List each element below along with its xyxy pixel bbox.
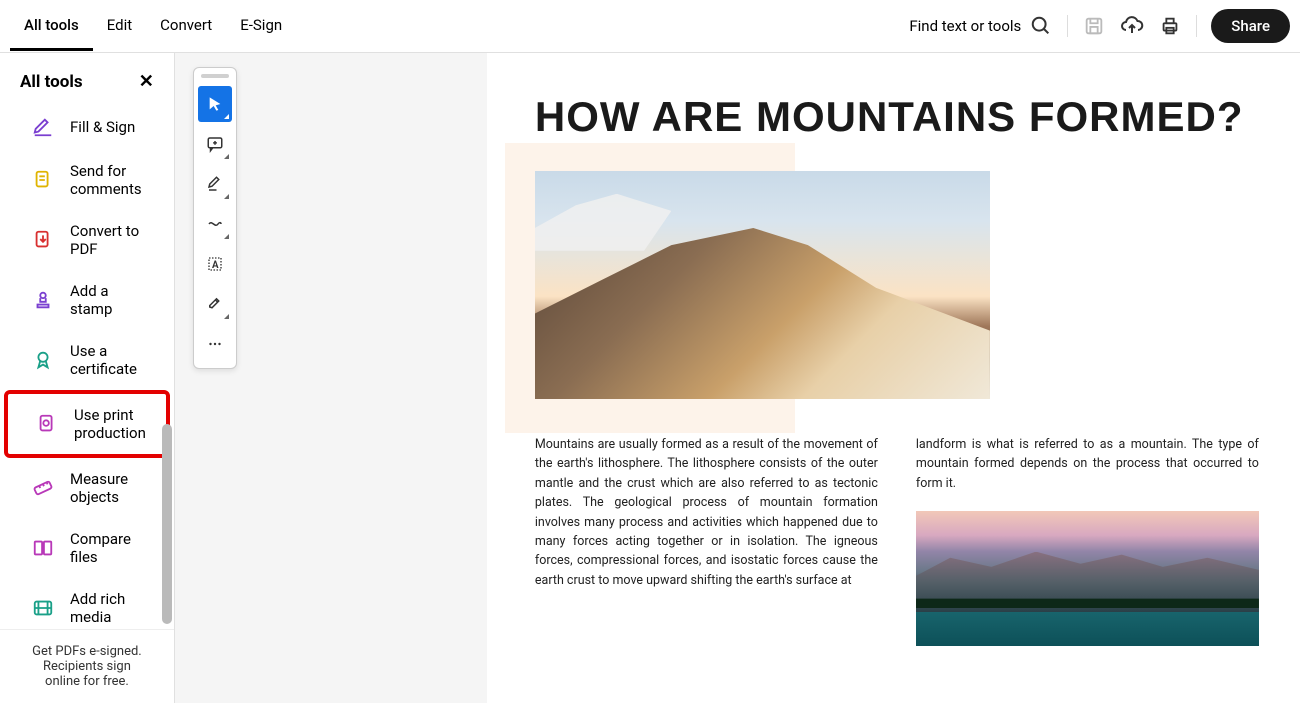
tool-send-comments[interactable]: Send for comments (0, 150, 174, 210)
draw-tool[interactable] (198, 206, 232, 242)
divider (1067, 15, 1068, 37)
sidebar-footer: Get PDFs e-signed. Recipients sign onlin… (0, 629, 174, 703)
highlight-tool[interactable] (198, 166, 232, 202)
scrollbar-thumb[interactable] (162, 424, 172, 624)
sidebar: All tools ✕ Fill & Sign Send for comment… (0, 53, 175, 703)
secondary-image (916, 511, 1259, 646)
compare-icon (32, 537, 54, 559)
column-2-text: landform is what is referred to as a mou… (916, 435, 1259, 493)
column-2: landform is what is referred to as a mou… (916, 435, 1259, 646)
search-icon (1029, 14, 1053, 38)
tab-convert[interactable]: Convert (146, 2, 226, 51)
ruler-icon (32, 477, 54, 499)
divider (1196, 15, 1197, 37)
select-tool[interactable] (198, 86, 232, 122)
tool-label: Add rich media (70, 590, 154, 626)
find-label: Find text or tools (909, 17, 1021, 35)
mountain-shape (535, 228, 990, 399)
tool-label: Fill & Sign (70, 118, 135, 136)
tool-label: Measure objects (70, 470, 154, 506)
svg-text:A: A (212, 260, 219, 271)
top-tabs: All tools Edit Convert E-Sign (10, 2, 296, 51)
more-tools[interactable] (198, 326, 232, 362)
top-bar: All tools Edit Convert E-Sign Find text … (0, 0, 1300, 53)
tab-all-tools[interactable]: All tools (10, 2, 93, 51)
tool-label: Convert to PDF (70, 222, 154, 258)
tool-label: Use a certificate (70, 342, 154, 378)
tool-add-rich-media[interactable]: Add rich media (0, 578, 174, 629)
column-1: Mountains are usually formed as a result… (535, 435, 878, 646)
document-page: HOW ARE MOUNTAINS FORMED? Mountains are … (487, 53, 1300, 703)
tool-label: Add a stamp (70, 282, 154, 318)
save-icon[interactable] (1082, 14, 1106, 38)
media-icon (32, 597, 54, 619)
certificate-icon (32, 349, 54, 371)
print-icon[interactable] (1158, 14, 1182, 38)
share-button[interactable]: Share (1211, 9, 1290, 43)
top-right: Find text or tools Share (909, 9, 1290, 43)
main-area: All tools ✕ Fill & Sign Send for comment… (0, 53, 1300, 703)
print-prod-icon (36, 413, 58, 435)
comment-tool[interactable] (198, 126, 232, 162)
hero-image-wrap (535, 171, 1259, 399)
floating-toolbar[interactable]: A (193, 67, 237, 369)
tab-esign[interactable]: E-Sign (226, 2, 296, 51)
pen-sign-icon (32, 116, 54, 138)
sidebar-header: All tools ✕ (0, 53, 174, 104)
snow-shape (535, 194, 672, 251)
content-area: A HOW ARE MOUNTAINS FORMED? Mountains ar… (175, 53, 1300, 703)
tool-measure-objects[interactable]: Measure objects (0, 458, 174, 518)
tool-compare-files[interactable]: Compare files (0, 518, 174, 578)
tool-label: Send for comments (70, 162, 154, 198)
tab-edit[interactable]: Edit (93, 2, 146, 51)
tool-print-production[interactable]: Use print production (4, 390, 170, 458)
stamp-icon (32, 289, 54, 311)
tool-fill-sign[interactable]: Fill & Sign (0, 104, 174, 150)
convert-icon (32, 229, 54, 251)
tool-label: Compare files (70, 530, 154, 566)
tool-label: Use print production (74, 406, 146, 442)
comment-doc-icon (32, 169, 54, 191)
sidebar-title: All tools (20, 72, 83, 92)
tool-add-stamp[interactable]: Add a stamp (0, 270, 174, 330)
text-select-tool[interactable]: A (198, 246, 232, 282)
tools-list: Fill & Sign Send for comments Convert to… (0, 104, 174, 629)
close-icon[interactable]: ✕ (139, 71, 154, 92)
article-columns: Mountains are usually formed as a result… (535, 435, 1259, 646)
find-text-or-tools[interactable]: Find text or tools (909, 14, 1053, 38)
page-title: HOW ARE MOUNTAINS FORMED? (535, 93, 1259, 141)
hero-image (535, 171, 990, 399)
tool-convert-pdf[interactable]: Convert to PDF (0, 210, 174, 270)
erase-tool[interactable] (198, 286, 232, 322)
toolbar-handle[interactable] (201, 74, 229, 78)
cloud-upload-icon[interactable] (1120, 14, 1144, 38)
tool-use-certificate[interactable]: Use a certificate (0, 330, 174, 390)
